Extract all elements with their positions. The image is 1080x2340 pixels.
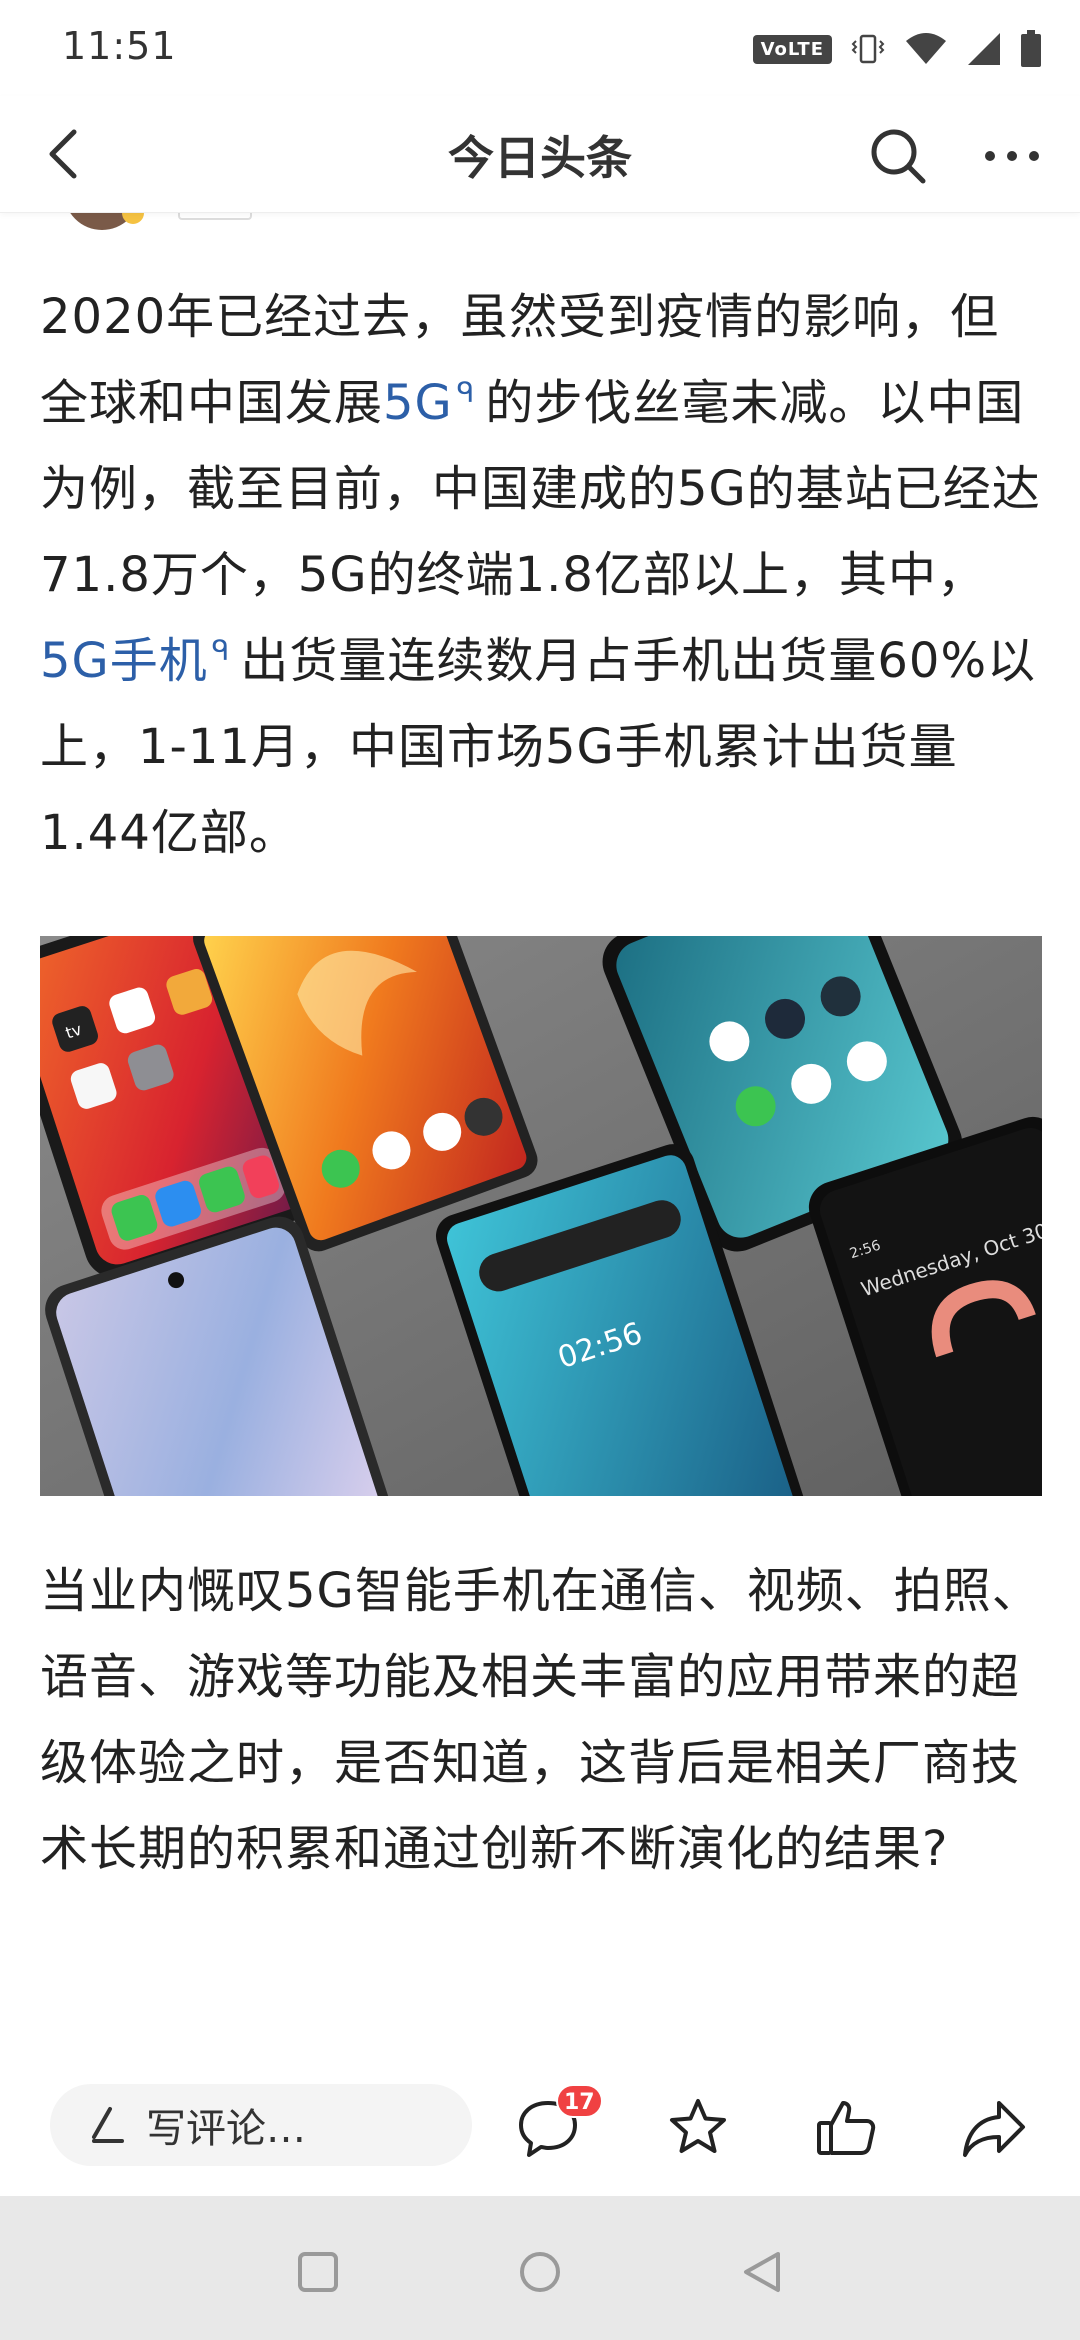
comment-input[interactable]: 写评论… bbox=[50, 2084, 472, 2166]
article-paragraph-1: 2020年已经过去，虽然受到疫情的影响，但全球和中国发展5G ᑫ 的步伐丝毫未减。以… bbox=[40, 274, 1044, 876]
article-paragraph-2: 当业内慨叹5G智能手机在通信、视频、拍照、语音、游戏等功能及相关丰富的应用带来的… bbox=[40, 1563, 1041, 1877]
thumbs-up-icon bbox=[817, 2101, 876, 2155]
author-avatar[interactable] bbox=[44, 212, 154, 230]
wifi-icon bbox=[906, 33, 946, 64]
back-triangle-icon bbox=[744, 2252, 780, 2292]
comment-count-badge: 17 bbox=[556, 2084, 603, 2118]
battery-icon bbox=[1021, 30, 1041, 67]
status-time: 11:51 bbox=[62, 24, 177, 68]
action-bar: 写评论… 17 bbox=[0, 2062, 1080, 2192]
nav-back-button[interactable] bbox=[722, 2232, 802, 2312]
home-button[interactable] bbox=[500, 2232, 580, 2312]
follow-button[interactable] bbox=[178, 212, 252, 220]
smartphones-photo: tv 02:56 2:56 Wednesday, Oct 30 bbox=[40, 936, 1042, 1496]
recent-apps-button[interactable] bbox=[278, 2232, 358, 2312]
share-icon bbox=[963, 2101, 1025, 2157]
like-button[interactable] bbox=[806, 2088, 886, 2168]
home-icon bbox=[520, 2252, 560, 2292]
link-search-icon: ᑫ bbox=[456, 376, 476, 409]
status-icons: VoLTE bbox=[752, 28, 1042, 70]
recent-apps-icon bbox=[298, 2252, 338, 2292]
favorite-button[interactable] bbox=[658, 2088, 738, 2168]
share-button[interactable] bbox=[954, 2088, 1034, 2168]
keyword-link-5g-phone[interactable]: 5G手机 bbox=[40, 633, 208, 689]
volte-icon: VoLTE bbox=[752, 34, 832, 64]
star-icon bbox=[670, 2099, 726, 2153]
pen-icon bbox=[92, 2107, 124, 2143]
link-search-icon: ᑫ bbox=[211, 634, 231, 667]
navigation-bar bbox=[0, 2196, 1080, 2340]
verified-badge-icon bbox=[122, 212, 144, 224]
keyword-link-5g[interactable]: 5G bbox=[383, 375, 453, 431]
search-icon bbox=[871, 129, 926, 184]
more-button[interactable] bbox=[972, 116, 1052, 196]
comment-placeholder: 写评论… bbox=[146, 2106, 306, 2152]
signal-icon bbox=[968, 33, 1000, 65]
screen: 11:51 VoLTE 今日头条 2020年已经过去，虽然受到疫情的影响，但全球… bbox=[0, 0, 1080, 2340]
more-dots-icon bbox=[985, 151, 1039, 161]
vibrate-icon bbox=[851, 34, 885, 64]
search-button[interactable] bbox=[858, 116, 938, 196]
article-image[interactable]: tv 02:56 2:56 Wednesday, Oct 30 bbox=[40, 936, 1042, 1496]
status-bar: 11:51 VoLTE bbox=[0, 0, 1080, 96]
app-header: 今日头条 bbox=[0, 96, 1080, 213]
